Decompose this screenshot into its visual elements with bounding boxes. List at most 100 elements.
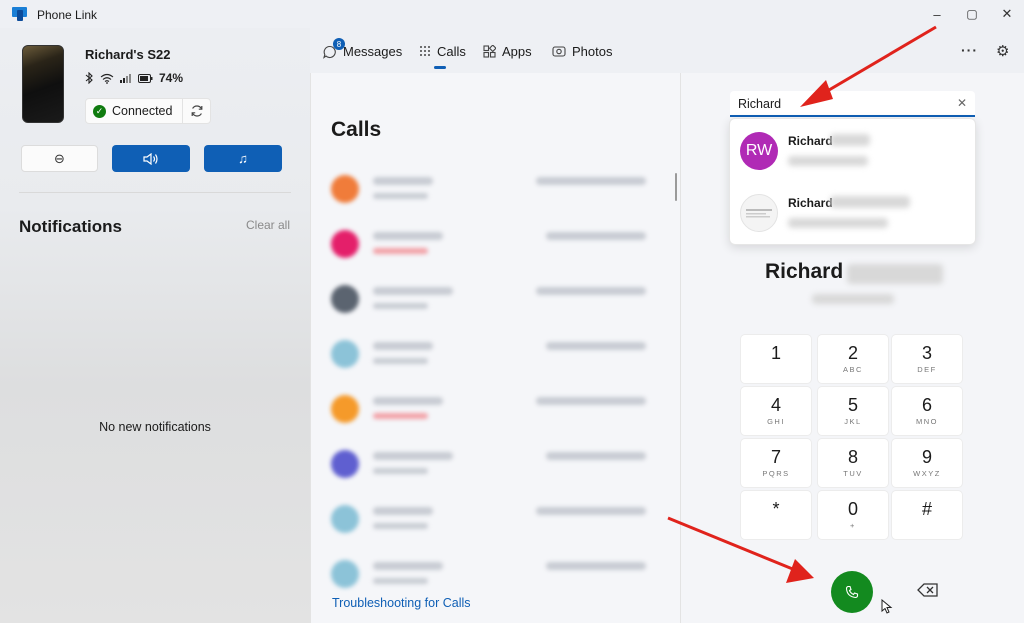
dial-key[interactable]: 8 TUV xyxy=(818,439,888,487)
dial-key-digit: 2 xyxy=(847,343,858,363)
sidebar-divider xyxy=(19,192,291,193)
suggestion-item[interactable]: Richard xyxy=(730,183,977,243)
dial-key-letters: JKL xyxy=(844,417,862,426)
call-list-item[interactable] xyxy=(331,389,661,429)
call-list-item[interactable] xyxy=(331,554,661,594)
music-button[interactable]: ♫ xyxy=(204,145,282,172)
call-list-item[interactable] xyxy=(331,444,661,484)
audio-button[interactable] xyxy=(112,145,190,172)
calls-list-pane: Calls Troubleshooting for Calls xyxy=(310,73,680,623)
redacted-caller-name xyxy=(373,562,443,570)
dial-key[interactable]: 3 DEF xyxy=(892,335,962,383)
dial-key[interactable]: 1 xyxy=(741,335,811,383)
dial-key-digit: # xyxy=(921,499,932,519)
caller-avatar xyxy=(331,560,359,588)
call-list-item[interactable] xyxy=(331,334,661,374)
minimize-button[interactable]: – xyxy=(920,0,954,28)
photos-icon xyxy=(552,46,566,57)
caller-avatar xyxy=(331,285,359,313)
dial-key[interactable]: 4 GHI xyxy=(741,387,811,435)
scrollbar-thumb[interactable] xyxy=(675,173,677,201)
minus-circle-icon: ⊖ xyxy=(54,150,65,166)
redacted-call-time xyxy=(546,232,646,240)
redacted-call-type xyxy=(373,248,428,254)
call-button[interactable] xyxy=(831,571,873,613)
caller-avatar xyxy=(331,505,359,533)
maximize-button[interactable]: ▢ xyxy=(955,0,989,28)
redacted-call-type xyxy=(373,193,428,199)
apps-icon xyxy=(483,45,496,58)
redacted-call-type xyxy=(373,523,428,529)
connection-status: Connected xyxy=(112,104,173,118)
company-logo-icon xyxy=(746,209,772,218)
backspace-button[interactable] xyxy=(915,580,941,600)
phone-icon xyxy=(845,585,859,599)
dial-key-digit: 0 xyxy=(847,499,858,519)
redacted-call-time xyxy=(536,397,646,405)
more-options-icon[interactable]: ··· xyxy=(961,42,978,58)
title-bar: Phone Link – ▢ ✕ xyxy=(0,0,1024,28)
contact-search-input[interactable] xyxy=(738,95,938,113)
dial-key-digit: 8 xyxy=(847,447,858,467)
redacted-call-time xyxy=(536,177,646,185)
call-list-item[interactable] xyxy=(331,499,661,539)
tab-apps[interactable]: Apps xyxy=(483,44,532,59)
dial-key[interactable]: 7 PQRS xyxy=(741,439,811,487)
caller-avatar xyxy=(331,230,359,258)
contact-avatar: RW xyxy=(740,132,778,170)
redacted-phone-number xyxy=(788,156,868,166)
redacted-caller-name xyxy=(373,342,433,350)
dial-key[interactable]: 0 + xyxy=(818,491,888,539)
dial-key[interactable]: 9 WXYZ xyxy=(892,439,962,487)
call-list-item[interactable] xyxy=(331,224,661,264)
bluetooth-icon xyxy=(85,72,93,84)
dial-key[interactable]: 2 ABC xyxy=(818,335,888,383)
dial-key-letters: + xyxy=(850,521,856,530)
caller-avatar xyxy=(331,450,359,478)
dialer-pane: ✕ RW Richard Richard Richard 1 2 ABC 3 DEF 4 G… xyxy=(680,73,1024,623)
music-note-icon: ♫ xyxy=(238,151,248,166)
redacted-caller-name xyxy=(373,177,433,185)
call-list-item[interactable] xyxy=(331,279,661,319)
selected-contact-name: Richard xyxy=(765,260,844,283)
dial-key[interactable]: 5 JKL xyxy=(818,387,888,435)
settings-icon[interactable]: ⚙ xyxy=(996,42,1009,60)
clear-search-icon[interactable]: ✕ xyxy=(957,96,967,110)
redacted-call-type xyxy=(373,468,428,474)
dial-key-digit: 9 xyxy=(921,447,932,467)
notifications-title: Notifications xyxy=(19,217,122,236)
dial-key-letters: GHI xyxy=(767,417,785,426)
suggestion-item[interactable]: RW Richard xyxy=(730,121,977,181)
device-sidebar: Richard's S22 74% ✓ Connected ⊖ ♫ Notifi… xyxy=(0,28,310,623)
contact-search-box: ✕ xyxy=(730,91,975,117)
empty-notifications-text: No new notifications xyxy=(99,420,211,434)
close-button[interactable]: ✕ xyxy=(990,0,1024,28)
refresh-button[interactable] xyxy=(182,98,210,124)
tab-photos-label: Photos xyxy=(572,44,613,59)
messages-badge: 8 xyxy=(333,38,345,50)
dial-key-digit: 7 xyxy=(770,447,781,467)
dial-key-letters: ABC xyxy=(843,365,863,374)
tab-photos[interactable]: Photos xyxy=(552,44,612,59)
tab-calls[interactable]: Calls xyxy=(419,44,466,59)
battery-percent: 74% xyxy=(159,71,184,85)
dial-key[interactable]: 6 MNO xyxy=(892,387,962,435)
clear-all-button[interactable]: Clear all xyxy=(246,218,290,232)
dial-key-digit: * xyxy=(772,499,780,519)
connection-status-chip: ✓ Connected xyxy=(85,98,212,124)
calls-title: Calls xyxy=(331,118,382,141)
dial-key-letters: TUV xyxy=(843,469,863,478)
app-title: Phone Link xyxy=(37,8,98,22)
troubleshooting-link[interactable]: Troubleshooting for Calls xyxy=(332,596,471,610)
dial-key[interactable]: * xyxy=(741,491,811,539)
redacted-phone-number xyxy=(788,218,888,228)
dial-key[interactable]: # xyxy=(892,491,962,539)
dial-key-letters: DEF xyxy=(917,365,937,374)
do-not-disturb-button[interactable]: ⊖ xyxy=(21,145,98,172)
call-list-item[interactable] xyxy=(331,169,661,209)
speaker-icon xyxy=(143,152,158,165)
redacted-caller-name xyxy=(373,507,433,515)
redacted-caller-name xyxy=(373,397,443,405)
refresh-icon xyxy=(191,105,203,117)
dial-key-digit: 5 xyxy=(847,395,858,415)
